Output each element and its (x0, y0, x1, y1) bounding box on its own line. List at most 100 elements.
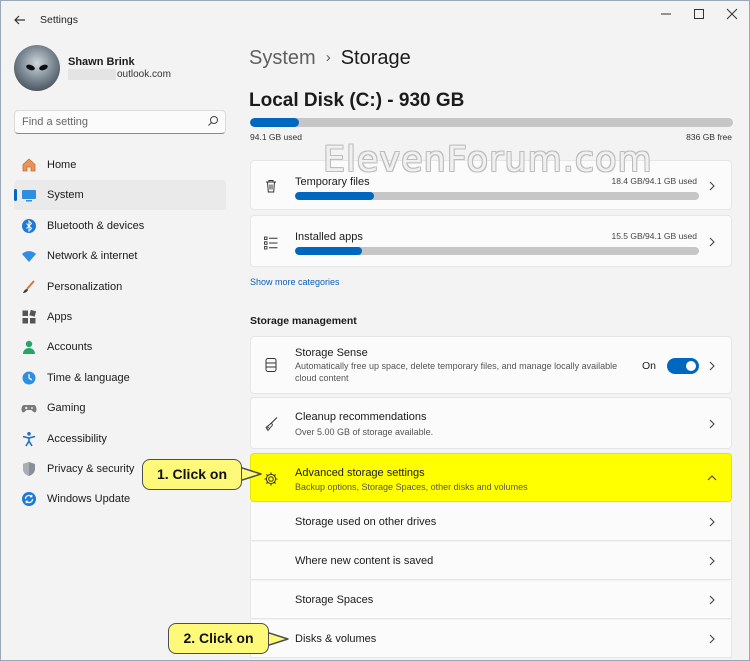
maximize-button[interactable] (685, 7, 713, 21)
where-new-content-is-saved-row[interactable]: Where new content is saved (250, 542, 732, 580)
category-size: 15.5 GB/94.1 GB used (611, 231, 697, 241)
avatar-eye-left (25, 63, 36, 72)
avatar[interactable] (14, 45, 60, 91)
sidebar-item-accounts[interactable]: Accounts (14, 332, 226, 362)
sidebar-item-apps[interactable]: Apps (14, 302, 226, 332)
category-installed-apps[interactable]: Installed apps 15.5 GB/94.1 GB used (250, 215, 732, 267)
storage-sense-row[interactable]: Storage Sense Automatically free up spac… (250, 336, 732, 394)
system-icon (21, 187, 37, 203)
brush-icon (21, 279, 37, 295)
drive-icon (263, 357, 279, 373)
chevron-up-icon (707, 473, 717, 483)
sidebar-item-home[interactable]: Home (14, 150, 226, 180)
sidebar-item-label: Network & internet (47, 250, 138, 263)
wifi-icon (21, 248, 37, 264)
avatar-eye-right (38, 63, 49, 72)
chevron-right-icon (707, 517, 717, 527)
trash-icon (263, 178, 279, 194)
search-input[interactable] (22, 115, 202, 129)
subrow-label: Storage used on other drives (295, 516, 437, 528)
profile-name: Shawn Brink (68, 56, 135, 68)
storage-sense-toggle[interactable] (667, 358, 699, 374)
breadcrumb: System › Storage (249, 47, 411, 70)
subrow-label: Where new content is saved (295, 555, 434, 567)
search-box[interactable] (14, 110, 226, 134)
advanced-storage-subtitle: Backup options, Storage Spaces, other di… (295, 482, 528, 492)
chevron-right-icon (707, 634, 717, 644)
show-more-categories-link[interactable]: Show more categories (250, 277, 340, 287)
category-usage-bar (295, 192, 699, 200)
chevron-right-icon (707, 361, 717, 371)
disks-and-volumes-row[interactable]: Disks & volumes (250, 620, 732, 658)
broom-icon (263, 416, 279, 432)
shield-icon (21, 461, 37, 477)
minimize-button[interactable] (652, 7, 680, 21)
window-title: Settings (40, 14, 78, 26)
sidebar-item-label: Accounts (47, 341, 93, 354)
sidebar-item-label: Bluetooth & devices (47, 219, 145, 232)
storage-sense-title: Storage Sense (295, 347, 368, 359)
sidebar-item-gaming[interactable]: Gaming (14, 393, 226, 423)
callout-step-2: 2. Click on (168, 623, 269, 654)
apps-icon (21, 309, 37, 325)
watermark: ElevenForum.com (323, 140, 653, 180)
disk-usage-fill (250, 118, 299, 127)
chevron-right-icon (707, 419, 717, 429)
sidebar-item-accessibility[interactable]: Accessibility (14, 424, 226, 454)
sidebar-item-bluetooth[interactable]: Bluetooth & devices (14, 211, 226, 241)
chevron-right-icon (707, 237, 717, 247)
update-icon (21, 491, 37, 507)
sidebar-item-label: Home (47, 159, 77, 171)
chevron-right-icon: › (325, 49, 331, 66)
sidebar-item-personalization[interactable]: Personalization (14, 272, 226, 302)
cleanup-title: Cleanup recommendations (295, 411, 427, 423)
search-icon[interactable] (207, 115, 219, 127)
bluetooth-icon (21, 218, 37, 234)
sidebar-item-system[interactable]: System (14, 180, 226, 211)
storage-spaces-row[interactable]: Storage Spaces (250, 581, 732, 619)
chevron-right-icon (707, 595, 717, 605)
sidebar-item-label: Privacy & security (47, 462, 135, 475)
storage-sense-subtitle: Automatically free up space, delete temp… (295, 361, 618, 383)
advanced-storage-title: Advanced storage settings (295, 467, 425, 479)
email-redaction (68, 69, 116, 80)
sidebar-item-label: Windows Update (47, 493, 131, 506)
accessibility-icon (21, 431, 37, 447)
category-title: Installed apps (295, 231, 363, 243)
subrow-label: Disks & volumes (295, 633, 377, 645)
settings-window: Settings Shawn Brink outlook.com Home (0, 0, 750, 661)
category-usage-bar (295, 247, 699, 255)
disk-usage-bar (250, 118, 733, 127)
accounts-icon (21, 339, 37, 355)
category-usage-fill (295, 247, 362, 255)
category-usage-fill (295, 192, 375, 200)
cleanup-subtitle: Over 5.00 GB of storage available. (295, 427, 434, 437)
callout-pointer (239, 466, 262, 482)
page-title: Storage (340, 47, 411, 69)
gear-icon (263, 471, 279, 487)
section-heading: Storage management (250, 315, 357, 327)
close-button[interactable] (718, 7, 746, 21)
subrow-label: Storage Spaces (295, 594, 374, 606)
sidebar-item-label: Apps (47, 310, 73, 323)
breadcrumb-parent[interactable]: System (249, 47, 316, 69)
callout-step-1: 1. Click on (142, 459, 242, 490)
sidebar-item-label: System (47, 189, 84, 202)
sidebar-item-label: Time & language (47, 371, 130, 384)
storage-used-on-other-drives-row[interactable]: Storage used on other drives (250, 503, 732, 541)
gamepad-icon (21, 400, 37, 416)
callout-pointer (266, 631, 289, 647)
sidebar-item-time-language[interactable]: Time & language (14, 363, 226, 393)
sidebar-item-label: Gaming (47, 402, 86, 415)
home-icon (21, 157, 37, 173)
advanced-storage-settings-row[interactable]: Advanced storage settings Backup options… (250, 453, 732, 502)
sidebar-item-label: Personalization (47, 280, 123, 293)
title-bar: Settings (1, 1, 749, 39)
disk-title: Local Disk (C:) - 930 GB (249, 90, 465, 111)
storage-sense-toggle-label: On (641, 360, 656, 372)
cleanup-recommendations-row[interactable]: Cleanup recommendations Over 5.00 GB of … (250, 397, 732, 449)
back-arrow-icon[interactable] (11, 11, 29, 29)
sidebar-item-network[interactable]: Network & internet (14, 241, 226, 271)
chevron-right-icon (707, 556, 717, 566)
clock-globe-icon (21, 370, 37, 386)
